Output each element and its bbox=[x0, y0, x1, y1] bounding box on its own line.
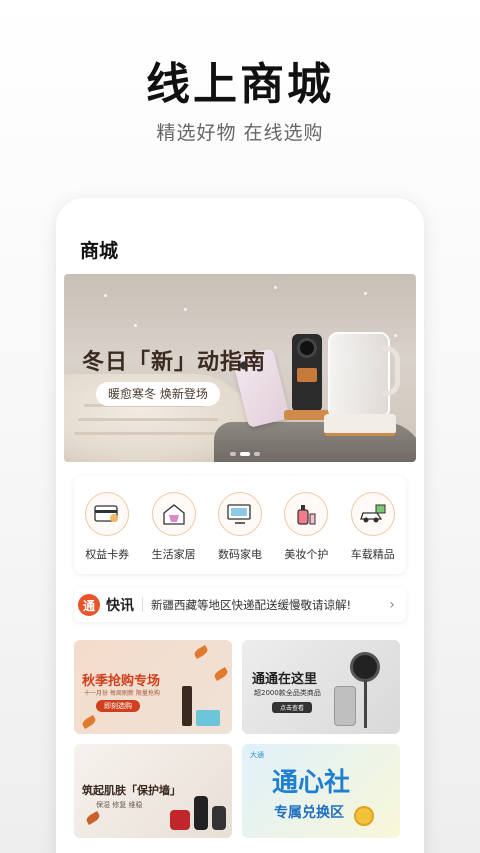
leaf-decoration bbox=[192, 645, 210, 659]
promo-card-exchange[interactable]: 大通 通心社 专属兑换区 bbox=[242, 744, 400, 838]
kettle-product-image bbox=[328, 332, 390, 416]
banner-tagline: 暖愈寒冬 焕新登场 bbox=[96, 382, 220, 406]
pager-dot bbox=[254, 452, 260, 456]
category-digital[interactable]: 数码家电 bbox=[209, 492, 271, 562]
category-label: 数码家电 bbox=[217, 548, 262, 561]
bottle-image bbox=[212, 806, 226, 830]
fan-pole-image bbox=[364, 680, 367, 728]
chevron-right-icon: › bbox=[389, 597, 395, 613]
luggage-image bbox=[334, 686, 356, 726]
jar-image bbox=[170, 810, 190, 830]
category-beauty[interactable]: 美妆个护 bbox=[275, 492, 337, 562]
view-button[interactable]: 点击查看 bbox=[272, 702, 313, 713]
category-label: 车载精品 bbox=[350, 548, 395, 561]
promo-subtitle: 专属兑换区 bbox=[274, 805, 344, 821]
promo-card-autumn-sale[interactable]: 秋季抢购专场 十一月份 每周刷新 限量抢购 即刻选购 bbox=[74, 640, 232, 734]
leaf-decoration bbox=[84, 811, 102, 825]
category-grid: 权益卡券 生活家居 数码家电 美妆个护 车载精品 bbox=[74, 476, 406, 574]
page-title: 商城 bbox=[80, 240, 119, 262]
news-text: 新疆西藏等地区快递配送缓慢敬请谅解! bbox=[151, 598, 352, 612]
car-gift-icon bbox=[350, 492, 395, 536]
box-image bbox=[196, 710, 220, 726]
divider bbox=[142, 598, 143, 612]
promo-title: 通通在这里 bbox=[252, 672, 318, 687]
category-car[interactable]: 车载精品 bbox=[342, 492, 404, 562]
shop-now-button[interactable]: 即刻选购 bbox=[96, 700, 140, 712]
category-cards[interactable]: 权益卡券 bbox=[76, 492, 138, 562]
kettle-base-image bbox=[324, 414, 396, 436]
promo-card-all-here[interactable]: 通通在这里 超2000款全品类商品 点击查看 bbox=[242, 640, 400, 734]
phone-screen: 商城 冬日「新」动指南 暖愈寒冬 焕新登场 权益卡券 生活家居 数码家电 美妆个… bbox=[56, 198, 424, 853]
pocket-camera-product-image bbox=[292, 334, 322, 412]
category-label: 生活家居 bbox=[151, 548, 196, 561]
coin-icon bbox=[354, 806, 374, 826]
news-tag: 快讯 bbox=[106, 598, 134, 614]
promo-subtitle: 十一月份 每周刷新 限量抢购 bbox=[84, 690, 160, 697]
bottle-image bbox=[194, 796, 208, 830]
leaf-decoration bbox=[80, 715, 98, 729]
leaf-decoration bbox=[212, 667, 230, 681]
pager-dot-active bbox=[240, 452, 250, 456]
pager-dot bbox=[230, 452, 236, 456]
tv-appliance-icon bbox=[217, 492, 262, 536]
promo-banner[interactable]: 冬日「新」动指南 暖愈寒冬 焕新登场 bbox=[64, 274, 416, 462]
banner-headline: 冬日「新」动指南 bbox=[82, 350, 267, 375]
card-voucher-icon bbox=[85, 492, 130, 536]
kettle-handle-image bbox=[382, 346, 400, 396]
brand-logo: 大通 bbox=[250, 751, 264, 759]
category-label: 美妆个护 bbox=[284, 548, 329, 561]
promo-subtitle: 超2000款全品类商品 bbox=[254, 689, 321, 697]
promo-title: 筑起肌肤「保护墙」 bbox=[82, 784, 181, 797]
category-label: 权益卡券 bbox=[85, 548, 130, 561]
promo-card-skincare[interactable]: 筑起肌肤「保护墙」 保湿 修复 维稳 bbox=[74, 744, 232, 838]
category-home[interactable]: 生活家居 bbox=[143, 492, 205, 562]
banner-pager bbox=[230, 452, 260, 456]
bottle-image bbox=[182, 686, 192, 726]
news-badge-icon: 通 bbox=[78, 594, 100, 616]
promo-title: 秋季抢购专场 bbox=[82, 674, 161, 689]
cosmetics-icon bbox=[284, 492, 329, 536]
promo-title: 通心社 bbox=[272, 768, 351, 798]
hero-title: 线上商城 bbox=[146, 59, 334, 110]
hero-subtitle: 精选好物 在线选购 bbox=[156, 122, 324, 144]
home-basket-icon bbox=[151, 492, 196, 536]
promo-subtitle: 保湿 修复 维稳 bbox=[96, 801, 143, 809]
news-ticker[interactable]: 通 快讯 新疆西藏等地区快递配送缓慢敬请谅解! › bbox=[74, 588, 406, 622]
fan-image bbox=[350, 652, 380, 682]
